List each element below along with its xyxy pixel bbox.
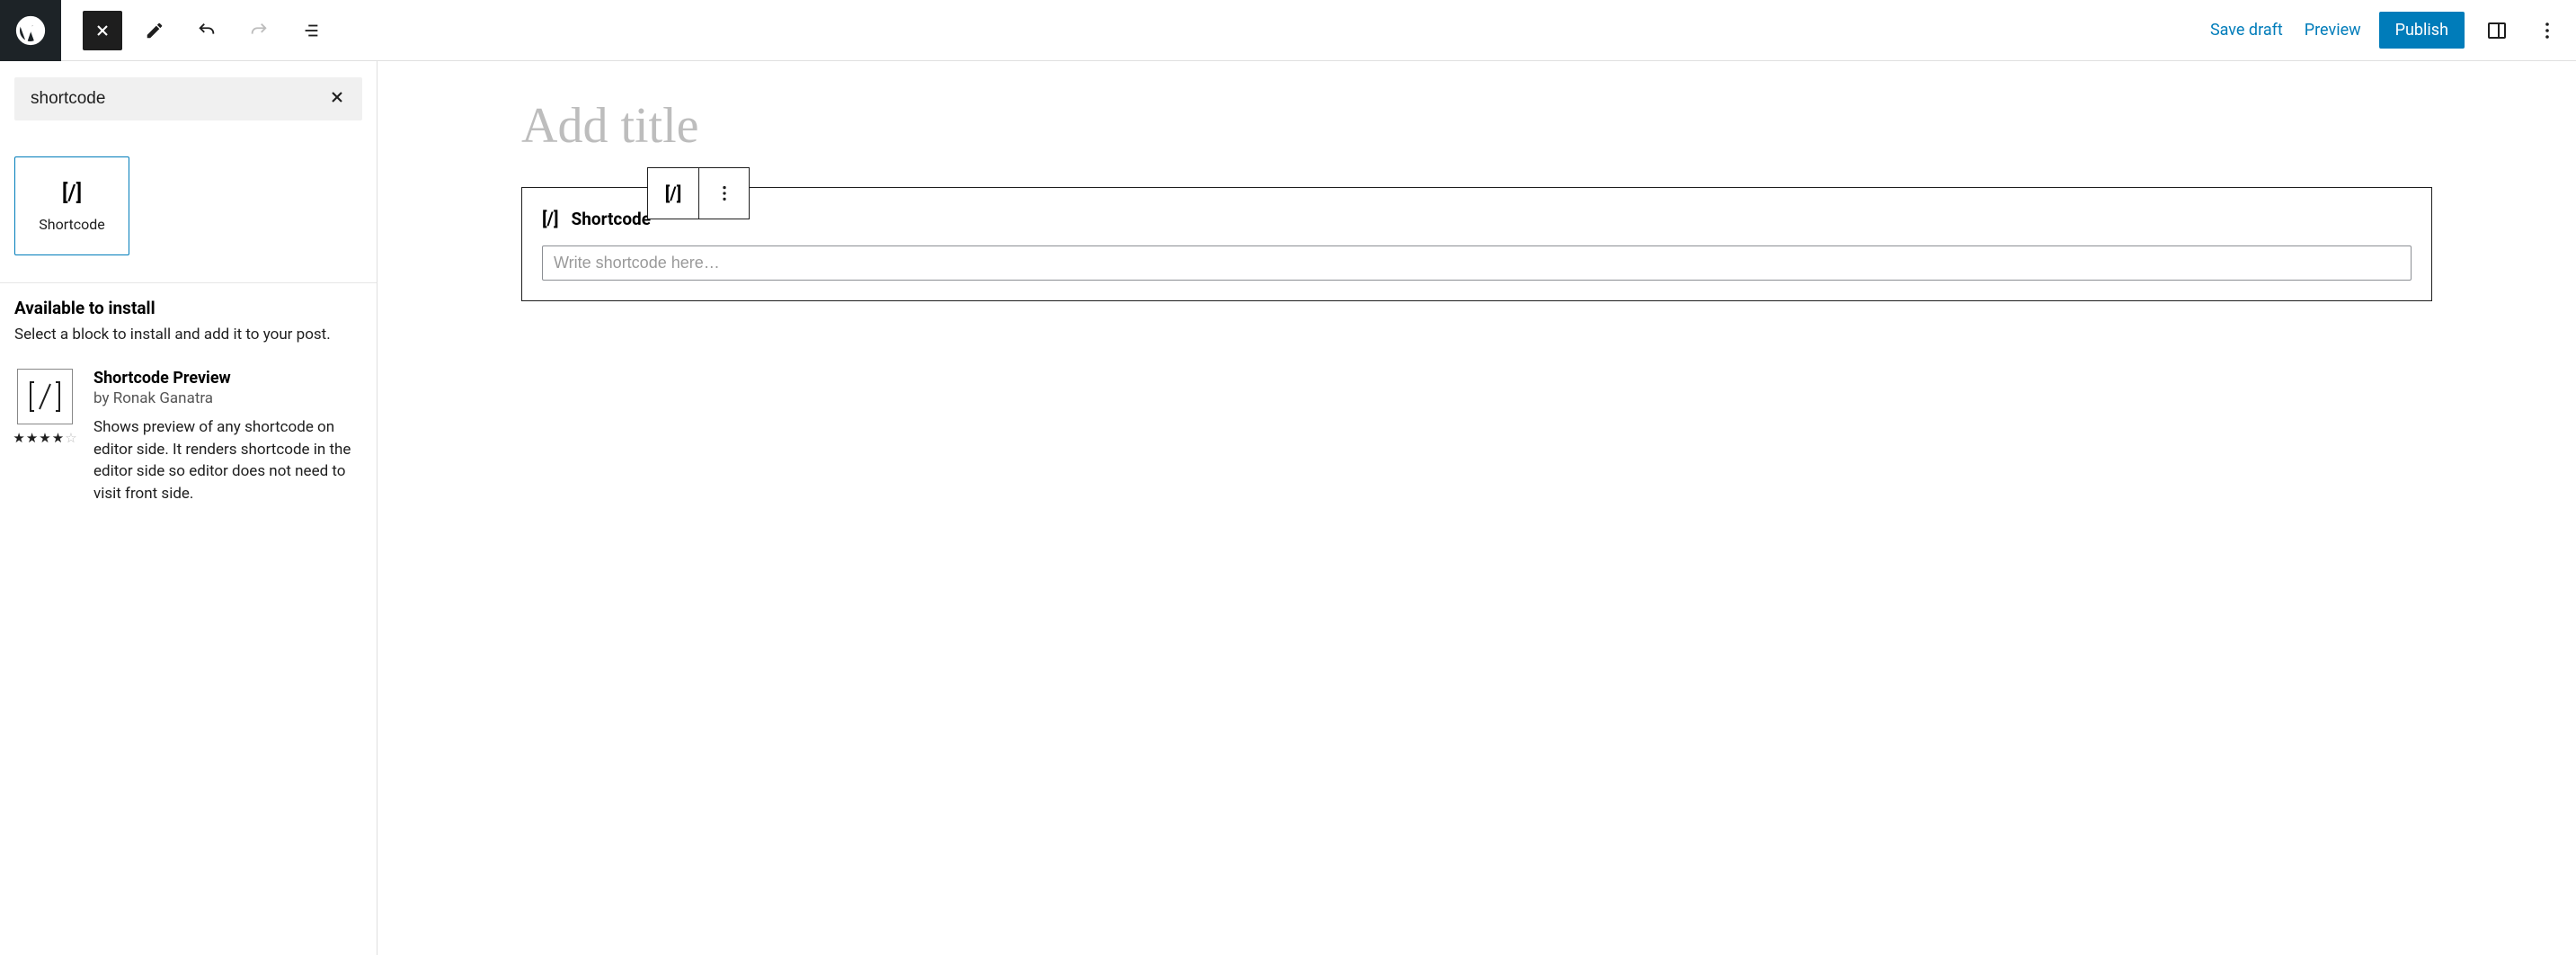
shortcode-icon: [/] bbox=[665, 183, 682, 204]
toolbar-right: Save draft Preview Publish bbox=[2207, 12, 2576, 49]
block-search-input[interactable] bbox=[31, 89, 328, 109]
star-empty-icon: ☆ bbox=[65, 430, 76, 446]
block-toolbar: [/] bbox=[647, 167, 750, 219]
star-icon: ★ bbox=[52, 430, 64, 446]
star-icon: ★ bbox=[39, 430, 50, 446]
block-card-label: Shortcode bbox=[39, 216, 105, 233]
main-area: [/] Shortcode Available to install Selec… bbox=[0, 61, 2576, 955]
inserter-panel: [/] Shortcode Available to install Selec… bbox=[0, 61, 378, 955]
sidebar-icon bbox=[2486, 20, 2508, 41]
list-view-icon bbox=[301, 21, 321, 40]
editor-canvas: Add title [/] [/] Shortcode bbox=[378, 61, 2576, 955]
kebab-icon bbox=[2536, 20, 2558, 41]
rating-stars: ★ ★ ★ ★ ☆ bbox=[13, 430, 76, 446]
install-heading: Available to install bbox=[14, 298, 362, 318]
close-icon bbox=[328, 88, 346, 106]
install-subheading: Select a block to install and add it to … bbox=[14, 326, 362, 344]
pencil-icon bbox=[145, 21, 164, 40]
edit-button[interactable] bbox=[135, 11, 174, 50]
kebab-icon bbox=[715, 183, 734, 203]
wordpress-icon bbox=[14, 14, 47, 47]
block-options-button[interactable] bbox=[698, 168, 749, 219]
plugin-description: Shows preview of any shortcode on editor… bbox=[93, 416, 362, 505]
preview-button[interactable]: Preview bbox=[2301, 13, 2365, 47]
shortcode-block: [/] Shortcode bbox=[521, 187, 2432, 301]
plugin-item[interactable]: ★ ★ ★ ★ ☆ Shortcode Preview by Ronak Gan… bbox=[14, 369, 362, 505]
block-results: [/] Shortcode bbox=[0, 137, 377, 275]
shortcode-block-header: [/] Shortcode bbox=[542, 208, 2412, 229]
options-menu-button[interactable] bbox=[2529, 13, 2565, 49]
save-draft-button[interactable]: Save draft bbox=[2207, 13, 2287, 47]
wordpress-logo-button[interactable] bbox=[0, 0, 61, 61]
toolbar-left bbox=[61, 11, 331, 50]
install-section: Available to install Select a block to i… bbox=[0, 283, 377, 520]
shortcode-input[interactable] bbox=[542, 245, 2412, 281]
shortcode-block-label: Shortcode bbox=[572, 209, 652, 229]
block-search-box bbox=[14, 77, 362, 120]
post-title-input[interactable]: Add title bbox=[521, 97, 2432, 155]
undo-icon bbox=[197, 21, 217, 40]
document-overview-button[interactable] bbox=[291, 11, 331, 50]
close-icon bbox=[93, 22, 111, 40]
plugin-info: Shortcode Preview by Ronak Ganatra Shows… bbox=[93, 369, 362, 505]
redo-icon bbox=[249, 21, 269, 40]
plugin-icon bbox=[17, 369, 73, 424]
clear-search-button[interactable] bbox=[328, 88, 346, 110]
shortcode-icon: [/] bbox=[542, 208, 559, 229]
star-icon: ★ bbox=[26, 430, 38, 446]
top-toolbar: Save draft Preview Publish bbox=[0, 0, 2576, 61]
publish-button[interactable]: Publish bbox=[2379, 12, 2465, 49]
plugin-title: Shortcode Preview bbox=[93, 369, 362, 388]
shortcode-icon bbox=[25, 377, 65, 416]
close-inserter-button[interactable] bbox=[83, 11, 122, 50]
plugin-icon-column: ★ ★ ★ ★ ☆ bbox=[14, 369, 76, 505]
undo-button[interactable] bbox=[187, 11, 227, 50]
star-icon: ★ bbox=[13, 430, 24, 446]
redo-button bbox=[239, 11, 279, 50]
shortcode-icon: [/] bbox=[62, 180, 82, 205]
block-type-button[interactable]: [/] bbox=[648, 168, 698, 219]
settings-sidebar-toggle[interactable] bbox=[2479, 13, 2515, 49]
shortcode-block-card[interactable]: [/] Shortcode bbox=[14, 156, 129, 255]
plugin-author: by Ronak Ganatra bbox=[93, 389, 362, 407]
